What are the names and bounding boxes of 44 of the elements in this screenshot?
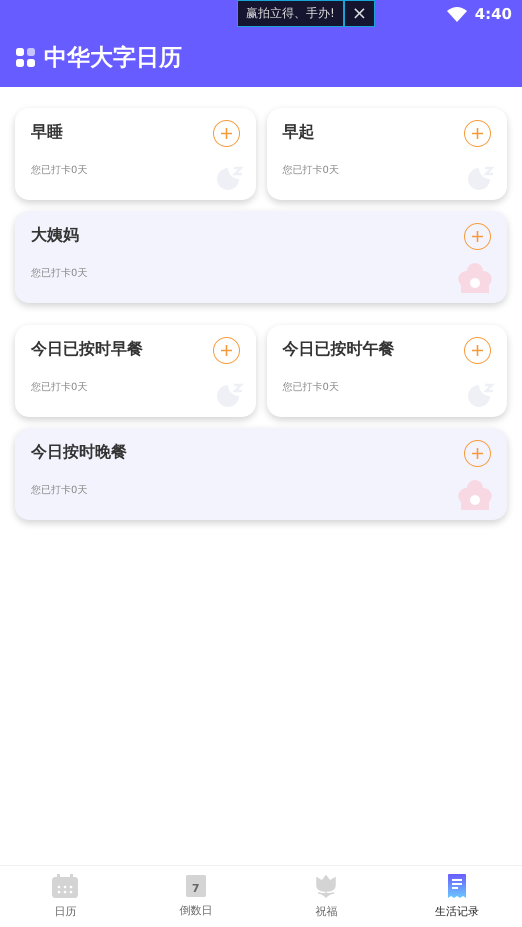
habit-title: 今日已按时早餐 bbox=[31, 339, 143, 360]
habit-title: 早起 bbox=[282, 122, 314, 143]
nav-tab[interactable]: 生活记录 bbox=[392, 866, 522, 927]
habit-title: 今日按时晚餐 bbox=[31, 442, 127, 463]
add-button[interactable] bbox=[212, 120, 240, 147]
add-button[interactable] bbox=[464, 337, 491, 364]
notes-icon bbox=[448, 874, 466, 898]
add-button[interactable] bbox=[212, 337, 240, 364]
habit-card[interactable]: 今日按时晚餐 您已打卡0天 bbox=[15, 428, 507, 520]
ad-text[interactable]: 赢拍立得、手办! bbox=[238, 1, 343, 26]
plus-icon bbox=[472, 128, 483, 139]
plus-icon bbox=[472, 448, 483, 459]
habit-title: 早睡 bbox=[31, 122, 63, 143]
check-in-count: 您已打卡0天 bbox=[31, 164, 88, 177]
plus-icon bbox=[220, 128, 232, 139]
plus-icon bbox=[472, 231, 483, 242]
habit-card[interactable]: 早睡 您已打卡0天 bbox=[15, 108, 256, 200]
nav-tab[interactable]: 日历 bbox=[0, 866, 130, 927]
apps-icon[interactable] bbox=[16, 48, 35, 67]
calendar-icon: 7 bbox=[186, 875, 206, 897]
habit-title: 今日已按时午餐 bbox=[282, 339, 394, 360]
wifi-icon bbox=[446, 6, 467, 22]
clock-time: 4:40 bbox=[474, 5, 512, 23]
check-in-count: 您已打卡0天 bbox=[31, 266, 88, 280]
add-button[interactable] bbox=[464, 223, 491, 250]
calendar-icon bbox=[52, 874, 78, 898]
plus-icon bbox=[220, 345, 232, 356]
habit-card[interactable]: 早起 您已打卡0天 bbox=[266, 108, 507, 200]
habit-card[interactable]: 今日已按时早餐 您已打卡0天 bbox=[15, 325, 256, 417]
close-button[interactable]: × bbox=[342, 1, 374, 26]
habit-card[interactable]: 大姨妈 您已打卡0天 bbox=[15, 211, 507, 303]
check-in-count: 您已打卡0天 bbox=[31, 484, 88, 497]
check-in-count: 您已打卡0天 bbox=[31, 380, 88, 394]
add-button[interactable] bbox=[464, 440, 491, 467]
check-in-count: 您已打卡0天 bbox=[282, 380, 339, 394]
tulip-icon bbox=[316, 874, 336, 898]
habit-card[interactable]: 今日已按时午餐 您已打卡0天 bbox=[266, 325, 507, 417]
check-in-count: 您已打卡0天 bbox=[282, 164, 339, 177]
habit-title: 大姨妈 bbox=[31, 225, 79, 246]
app-title: 中华大字日历 bbox=[44, 44, 182, 73]
nav-tab[interactable]: 祝福 bbox=[261, 866, 392, 927]
add-button[interactable] bbox=[464, 120, 491, 147]
plus-icon bbox=[472, 345, 483, 356]
nav-tab[interactable]: 7 倒数日 bbox=[130, 866, 261, 927]
